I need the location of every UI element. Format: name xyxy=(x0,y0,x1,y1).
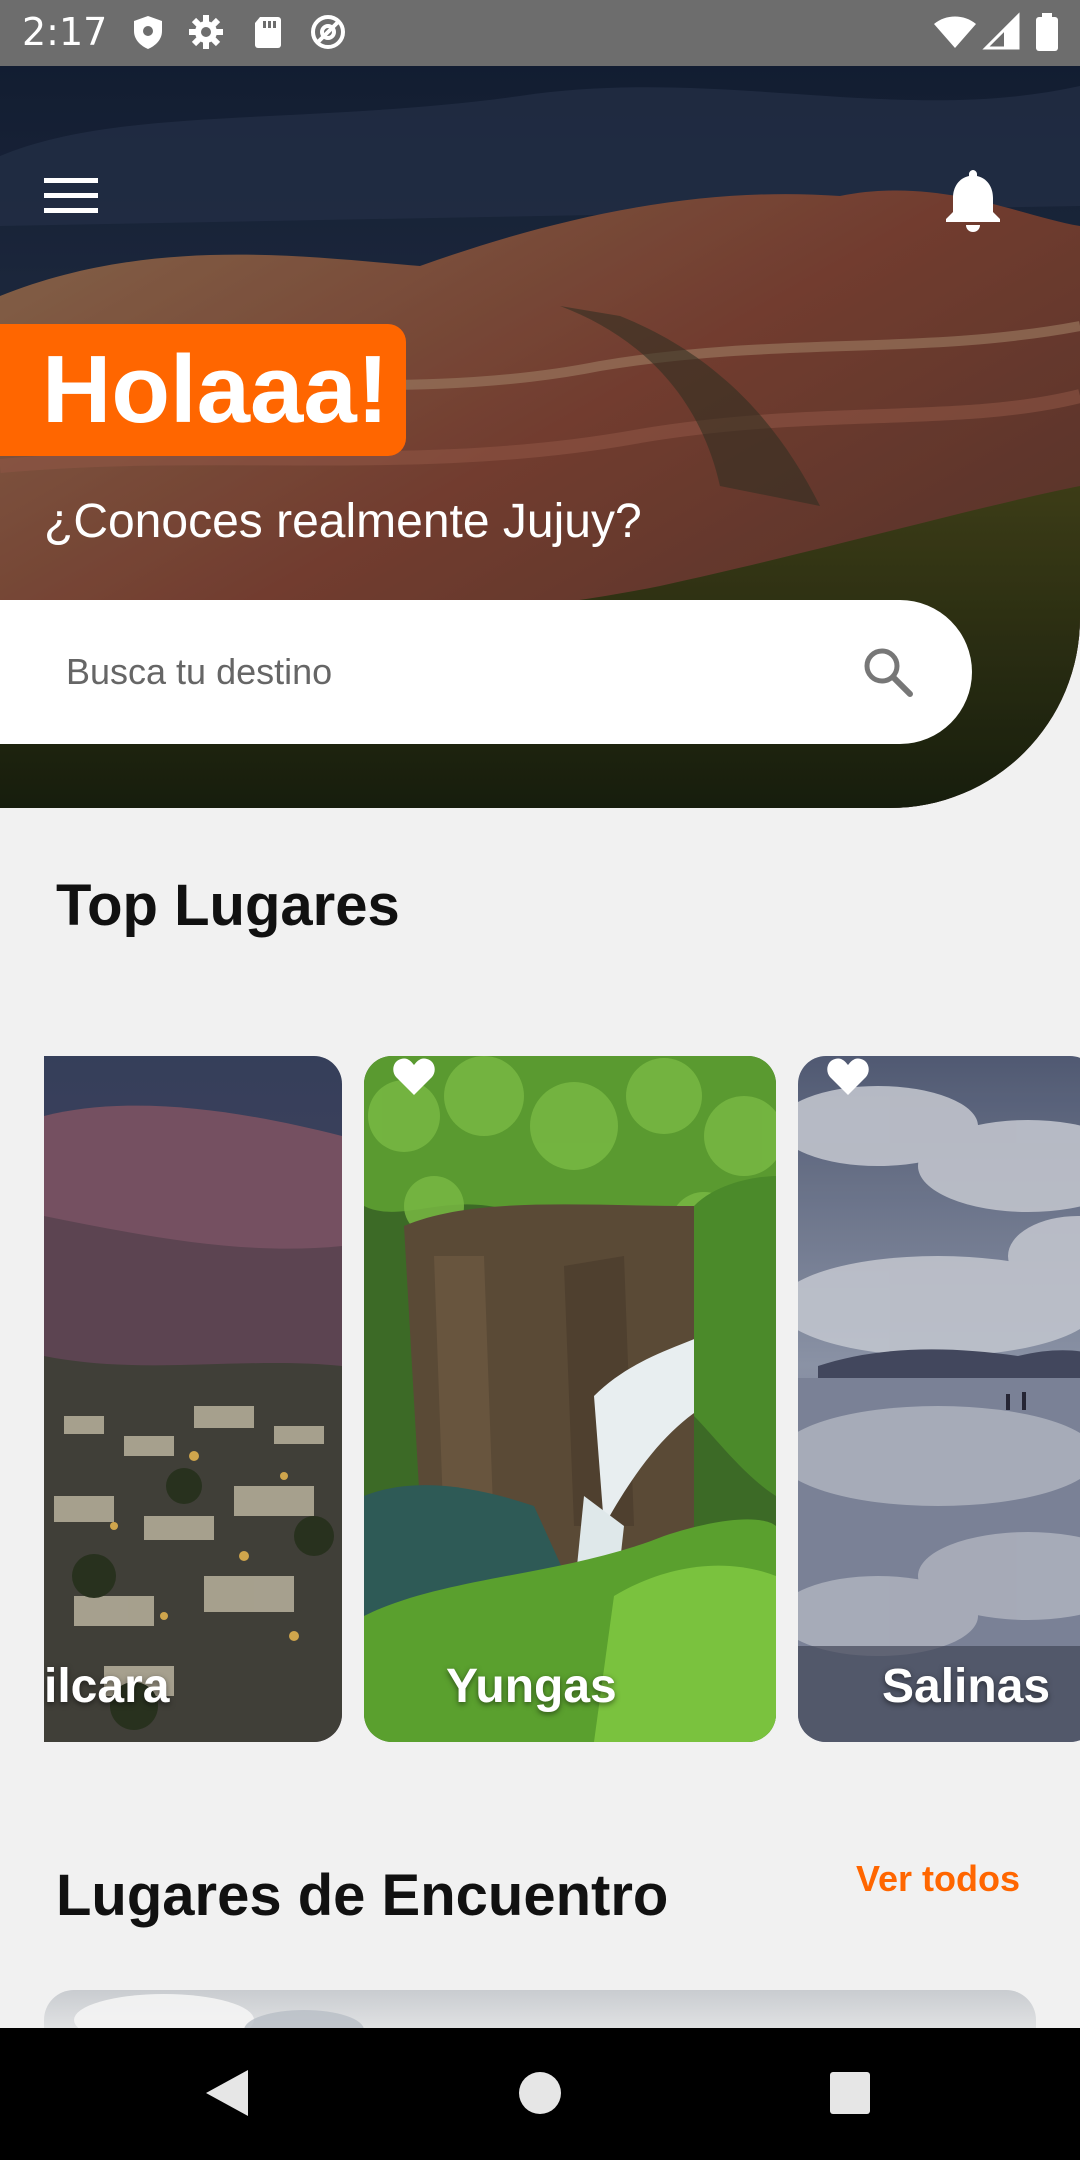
search-input[interactable] xyxy=(66,636,826,708)
gear-icon xyxy=(189,15,223,49)
navigation-bar xyxy=(0,2028,1080,2160)
hero-subtitle: ¿Conoces realmente Jujuy? xyxy=(44,495,642,548)
cell-signal-icon xyxy=(982,12,1020,50)
place-card-label: Yungas xyxy=(446,1660,617,1713)
heart-icon[interactable] xyxy=(826,1056,870,1096)
at-sign-icon xyxy=(311,15,345,49)
greeting-badge: Holaaa! xyxy=(0,324,406,456)
battery-icon xyxy=(1036,13,1058,51)
bell-icon[interactable] xyxy=(944,166,1002,232)
app-screen: 2:17 Holaaa! ¿Conoces realmente Jujuy? B… xyxy=(0,0,1080,2160)
place-card-image xyxy=(44,1056,342,1742)
back-icon[interactable] xyxy=(204,2068,250,2118)
top-places-title: Top Lugares xyxy=(56,873,400,938)
place-card[interactable]: Salinas xyxy=(798,1056,1080,1742)
see-all-link[interactable]: Ver todos xyxy=(856,1858,1020,1900)
place-card[interactable]: ilcara xyxy=(44,1056,342,1742)
shield-icon xyxy=(134,16,162,49)
status-time: 2:17 xyxy=(22,10,108,54)
heart-icon[interactable] xyxy=(392,1056,436,1096)
meeting-places-title: Lugares de Encuentro xyxy=(56,1863,669,1928)
place-card-image xyxy=(364,1056,776,1742)
search-bar[interactable] xyxy=(0,600,972,744)
status-bar: 2:17 xyxy=(0,0,1080,66)
menu-icon[interactable] xyxy=(44,176,98,216)
place-card-image xyxy=(798,1056,1080,1742)
sd-card-icon xyxy=(255,17,281,48)
home-icon[interactable] xyxy=(518,2068,562,2118)
recents-icon[interactable] xyxy=(828,2068,872,2118)
place-card-label: ilcara xyxy=(44,1660,170,1713)
place-card[interactable]: Yungas xyxy=(364,1056,776,1742)
hero-banner: Holaaa! ¿Conoces realmente Jujuy? xyxy=(0,66,1080,808)
place-card-label: Salinas xyxy=(882,1660,1051,1713)
wifi-icon xyxy=(934,16,976,48)
search-icon[interactable] xyxy=(860,644,916,700)
